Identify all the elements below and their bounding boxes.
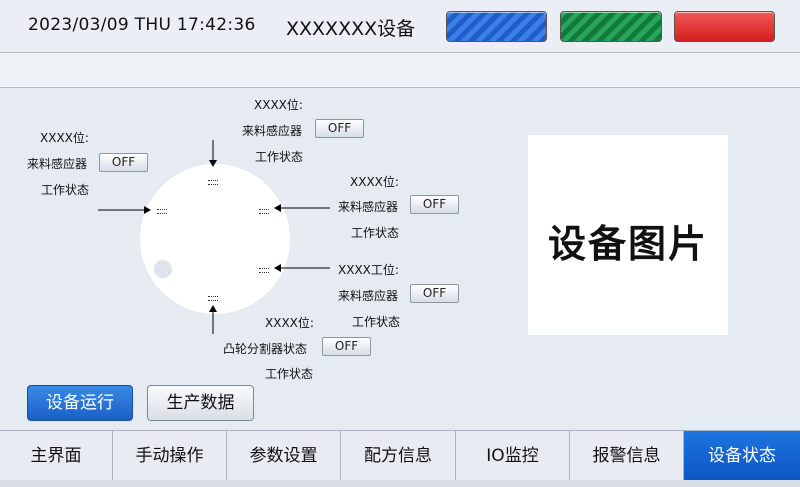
device-run-button[interactable]: 设备运行 [27, 385, 133, 421]
device-image-panel: 设备图片 [528, 135, 728, 335]
station-marker-right1 [259, 209, 269, 214]
station-right2-sensor-value[interactable]: OFF [410, 284, 459, 303]
station-left-sensor-label: 来料感应器 [27, 157, 88, 171]
station-right2-sensor-label: 来料感应器 [338, 289, 399, 303]
station-right2-status: 工作状态 [352, 315, 401, 329]
device-title: XXXXXXX设备 [286, 18, 416, 40]
station-top-sensor-value[interactable]: OFF [315, 119, 364, 138]
station-right1-status: 工作状态 [351, 226, 400, 240]
tab-manual[interactable]: 手动操作 [113, 431, 227, 481]
status-lamp-red [674, 11, 775, 42]
station-marker-right2 [259, 268, 269, 273]
message-strip [0, 53, 800, 88]
station-left-status: 工作状态 [41, 183, 90, 197]
tab-io-monitor[interactable]: IO监控 [456, 431, 570, 481]
bottom-edge [0, 480, 800, 487]
tab-alarms[interactable]: 报警信息 [570, 431, 684, 481]
station-top-title: XXXX位: [254, 98, 303, 112]
station-right2-title: XXXX工位: [338, 263, 399, 277]
station-top-status: 工作状态 [255, 150, 304, 164]
station-bottom-sensor-value[interactable]: OFF [322, 337, 371, 356]
production-data-button[interactable]: 生产数据 [147, 385, 254, 421]
tab-parameters[interactable]: 参数设置 [227, 431, 341, 481]
bottom-nav: 主界面 手动操作 参数设置 配方信息 IO监控 报警信息 设备状态 [0, 430, 800, 481]
station-marker-left [157, 209, 167, 214]
tab-device-status[interactable]: 设备状态 [684, 431, 800, 481]
station-bottom-sensor-label: 凸轮分割器状态 [223, 342, 308, 356]
station-top-sensor-label: 来料感应器 [242, 124, 303, 138]
station-right1-sensor-label: 来料感应器 [338, 200, 399, 214]
station-bottom-status: 工作状态 [265, 367, 314, 381]
station-right1-sensor-value[interactable]: OFF [410, 195, 459, 214]
disc-index-hole [154, 260, 172, 278]
datetime-display: 2023/03/09 THU 17:42:36 [28, 15, 256, 35]
tab-recipe[interactable]: 配方信息 [341, 431, 456, 481]
station-left-title: XXXX位: [40, 131, 89, 145]
station-left-sensor-value[interactable]: OFF [99, 153, 148, 172]
station-marker-top [208, 180, 218, 185]
rotary-disc [140, 164, 290, 314]
header-bar: 2023/03/09 THU 17:42:36 XXXXXXX设备 [0, 0, 800, 53]
status-lamp-blue [446, 11, 547, 42]
station-marker-bottom [208, 296, 218, 301]
station-right1-title: XXXX位: [350, 175, 399, 189]
tab-main[interactable]: 主界面 [0, 431, 113, 481]
station-bottom-title: XXXX位: [265, 316, 314, 330]
status-lamp-green [560, 11, 662, 42]
device-image-label: 设备图片 [547, 222, 708, 266]
